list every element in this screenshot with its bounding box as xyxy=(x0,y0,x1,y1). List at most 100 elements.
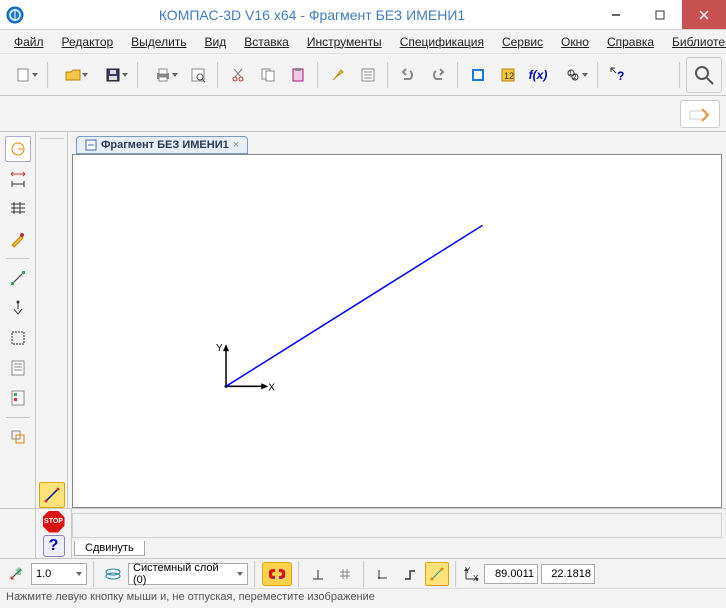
stop-button[interactable]: STOP xyxy=(43,511,65,533)
separator xyxy=(40,138,64,139)
tool-parametrize[interactable] xyxy=(5,265,31,291)
separator xyxy=(363,561,365,587)
hint-bar: Нажмите левую кнопку мыши и, не отпуская… xyxy=(0,588,726,608)
fx-button[interactable]: f(x) xyxy=(524,61,552,89)
layers-button[interactable] xyxy=(101,562,125,586)
cut-button[interactable] xyxy=(224,61,252,89)
close-button[interactable] xyxy=(682,0,726,29)
secondary-toolbar xyxy=(0,96,726,132)
tool-edit[interactable] xyxy=(5,226,31,252)
paste-button[interactable] xyxy=(284,61,312,89)
separator xyxy=(6,258,30,259)
fragment-icon xyxy=(85,139,97,151)
property-strip xyxy=(72,513,722,538)
snap-step-button[interactable] xyxy=(4,562,28,586)
brush-button[interactable] xyxy=(324,61,352,89)
tool-select[interactable] xyxy=(5,325,31,351)
round-button[interactable] xyxy=(425,562,449,586)
tool-dimensions[interactable] xyxy=(5,166,31,192)
state-button[interactable]: 12 xyxy=(554,61,592,89)
app-icon xyxy=(6,6,24,24)
document-tabs: Фрагмент БЕЗ ИМЕНИ1 × xyxy=(68,132,726,154)
tool-insert[interactable] xyxy=(5,424,31,450)
close-tab-button[interactable]: × xyxy=(233,139,239,151)
property-panel: STOP ? Сдвинуть xyxy=(0,508,726,558)
svg-text:X: X xyxy=(268,382,275,393)
property-tab-move[interactable]: Сдвинуть xyxy=(74,541,145,556)
separator xyxy=(47,62,49,88)
svg-text:?: ? xyxy=(617,69,624,83)
tool-options-panel xyxy=(36,132,68,508)
xy-icon: YX xyxy=(463,565,481,583)
drawn-line xyxy=(226,225,482,386)
svg-text:Y: Y xyxy=(216,343,223,354)
menu-specification[interactable]: Спецификация xyxy=(392,33,492,51)
scale-combo[interactable]: 1.0 xyxy=(31,563,87,585)
separator xyxy=(6,417,30,418)
ortho-button[interactable] xyxy=(398,562,422,586)
separator xyxy=(298,561,300,587)
svg-text:12: 12 xyxy=(504,71,514,81)
menu-instruments[interactable]: Инструменты xyxy=(299,33,390,51)
tool-geometry[interactable] xyxy=(5,136,31,162)
copy-button[interactable] xyxy=(254,61,282,89)
snap-perpendicular[interactable] xyxy=(306,562,330,586)
separator xyxy=(455,561,457,587)
menu-file[interactable]: Файл xyxy=(6,33,52,51)
tool-measure[interactable] xyxy=(5,295,31,321)
preview-button[interactable] xyxy=(184,61,212,89)
menu-insert[interactable]: Вставка xyxy=(236,33,297,51)
separator xyxy=(137,62,139,88)
separator xyxy=(254,561,256,587)
separator xyxy=(93,561,95,587)
properties-button[interactable] xyxy=(354,61,382,89)
tool-notation[interactable] xyxy=(5,196,31,222)
maximize-button[interactable] xyxy=(638,0,682,29)
tool-spec[interactable] xyxy=(5,355,31,381)
help-button[interactable]: ? xyxy=(43,535,65,557)
drawing-canvas[interactable]: Y X xyxy=(72,154,722,508)
snap-toggle[interactable] xyxy=(262,562,292,586)
document-tab-label: Фрагмент БЕЗ ИМЕНИ1 xyxy=(101,139,229,151)
separator xyxy=(387,62,389,88)
local-cs-button[interactable] xyxy=(371,562,395,586)
open-button[interactable] xyxy=(54,61,92,89)
print-button[interactable] xyxy=(144,61,182,89)
document-tab[interactable]: Фрагмент БЕЗ ИМЕНИ1 × xyxy=(76,136,248,154)
minimize-button[interactable] xyxy=(594,0,638,29)
menu-view[interactable]: Вид xyxy=(197,33,235,51)
coord-x-field[interactable] xyxy=(484,564,538,584)
left-spacer xyxy=(0,509,36,558)
menu-service[interactable]: Сервис xyxy=(494,33,551,51)
layer-combo[interactable]: Системный слой (0) xyxy=(128,563,248,585)
snap-grid[interactable] xyxy=(333,562,357,586)
menu-editor[interactable]: Редактор xyxy=(54,33,122,51)
redo-button[interactable] xyxy=(424,61,452,89)
library-manager-button[interactable] xyxy=(464,61,492,89)
context-help-button[interactable]: ? xyxy=(604,61,632,89)
status-toolbar: 1.0 Системный слой (0) YX xyxy=(0,558,726,588)
new-button[interactable] xyxy=(4,61,42,89)
save-button[interactable] xyxy=(94,61,132,89)
titlebar: КОМПАС-3D V16 x64 - Фрагмент БЕЗ ИМЕНИ1 xyxy=(0,0,726,30)
menubar: Файл Редактор Выделить Вид Вставка Инстр… xyxy=(0,30,726,54)
menu-select[interactable]: Выделить xyxy=(123,33,194,51)
separator xyxy=(597,62,599,88)
menu-window[interactable]: Окно xyxy=(553,33,597,51)
menu-libraries[interactable]: Библиотеки xyxy=(664,33,726,51)
separator xyxy=(457,62,459,88)
separator xyxy=(679,62,681,88)
undo-button[interactable] xyxy=(394,61,422,89)
axes-icon: Y X xyxy=(216,343,275,393)
tool-line-active[interactable] xyxy=(39,482,65,508)
main-toolbar: 12 f(x) 12 ? xyxy=(0,54,726,96)
tool-reports[interactable] xyxy=(5,385,31,411)
variables-button[interactable]: 12 xyxy=(494,61,522,89)
separator xyxy=(217,62,219,88)
edit-mode-button[interactable] xyxy=(680,100,720,128)
menu-help[interactable]: Справка xyxy=(599,33,662,51)
left-toolbar xyxy=(0,132,36,508)
window-title: КОМПАС-3D V16 x64 - Фрагмент БЕЗ ИМЕНИ1 xyxy=(30,7,594,23)
coord-y-field[interactable] xyxy=(541,564,595,584)
zoom-button[interactable] xyxy=(686,57,722,93)
